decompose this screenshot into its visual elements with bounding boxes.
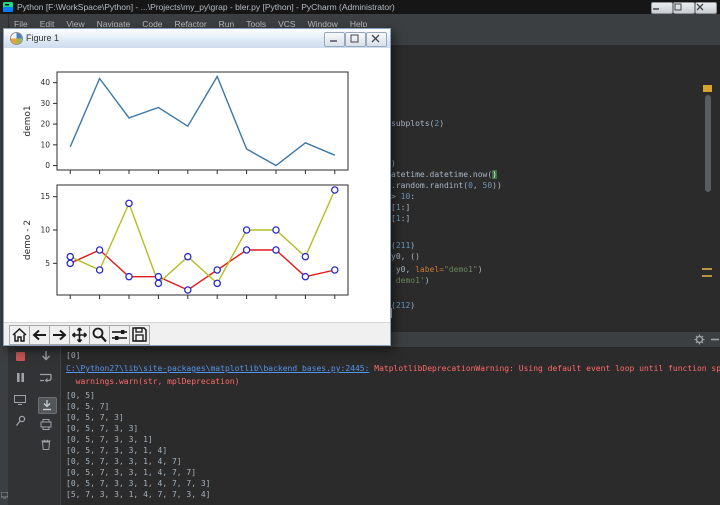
editor-code-line: > 10: — [391, 192, 416, 201]
editor-code-line: demo1') — [391, 276, 430, 285]
figure-minimize-button[interactable] — [324, 32, 345, 47]
forward-button[interactable] — [49, 325, 70, 345]
matplotlib-toolbar — [4, 322, 390, 345]
figure-maximize-button[interactable] — [345, 32, 366, 47]
figure-canvas-svg: 0 10 20 30 40 demo1 5 10 15 demo - 2 — [23, 71, 349, 299]
tool-window-toggle-icon[interactable] — [1, 492, 8, 499]
editor-code-line: .random.randint(0, 50)) — [391, 181, 502, 190]
run-panel: [0] C:\Python27\lib\site-packages\matplot… — [8, 332, 720, 505]
console-line: [0, 5, 7, 3, 3, 1, 4, 7, 7] — [66, 468, 197, 477]
home-button[interactable] — [9, 325, 30, 345]
back-button[interactable] — [29, 325, 50, 345]
editor-code-line: [1:] — [391, 203, 411, 212]
svg-text:30: 30 — [40, 99, 50, 108]
console-line: [0, 5] — [66, 391, 95, 400]
figure-window[interactable]: Figure 1 0 10 20 30 40 demo1 5 10 15 demo - 2 — [3, 28, 391, 346]
configure-subplots-button[interactable] — [109, 325, 130, 345]
pan-icon — [72, 327, 87, 343]
figure-titlebar[interactable]: Figure 1 — [4, 29, 390, 49]
console-output[interactable]: [0] C:\Python27\lib\site-packages\matplot… — [8, 332, 720, 505]
console-line: [0, 5, 7, 3, 3, 1, 4] — [66, 446, 168, 455]
editor-code-line: atetime.datetime.now() — [391, 170, 497, 179]
sliders-icon — [112, 330, 127, 340]
editor-caret — [391, 308, 392, 318]
save-floppy-icon — [132, 327, 147, 342]
editor-code-line: [1:] — [391, 214, 411, 223]
figure-window-title: Figure 1 — [26, 33, 60, 43]
console-file-link[interactable]: C:\Python27\lib\site-packages\matplotlib… — [66, 364, 369, 373]
figure-close-button[interactable] — [366, 32, 387, 47]
console-line: C:\Python27\lib\site-packages\matplotlib… — [66, 364, 720, 373]
editor-code-line: y0, () — [391, 252, 420, 261]
editor-code-line: (211) — [391, 241, 416, 250]
editor-code-line: (212) — [391, 301, 416, 310]
console-line: [0, 5, 7] — [66, 402, 110, 411]
svg-text:15: 15 — [40, 192, 50, 201]
svg-text:10: 10 — [40, 140, 50, 149]
svg-text:demo1: demo1 — [23, 105, 33, 136]
save-button[interactable] — [129, 325, 150, 345]
figure-canvas[interactable]: 0 10 20 30 40 demo1 5 10 15 demo - 2 — [4, 48, 390, 322]
forward-arrow-icon — [53, 329, 67, 341]
svg-text:10: 10 — [40, 226, 50, 235]
pan-button[interactable] — [69, 325, 90, 345]
console-line: [0, 5, 7, 3, 3, 1] — [66, 435, 153, 444]
console-line: [5, 7, 3, 3, 1, 4, 7, 7, 3, 4] — [66, 490, 211, 499]
svg-text:demo - 2: demo - 2 — [23, 220, 33, 260]
console-line: warnings.warn(str, mplDeprecation) — [66, 377, 240, 386]
console-line: [0, 5, 7, 3, 3, 1, 4, 7, 7, 3] — [66, 479, 211, 488]
error-stripe-mark[interactable] — [702, 268, 712, 270]
back-arrow-icon — [32, 329, 46, 341]
home-icon — [12, 328, 27, 342]
editor-code-line: ) — [391, 159, 396, 168]
editor-scrollbar[interactable] — [705, 95, 711, 192]
svg-text:20: 20 — [40, 120, 50, 129]
svg-text:0: 0 — [45, 161, 50, 170]
svg-text:40: 40 — [40, 78, 50, 87]
matplotlib-logo-icon — [10, 32, 23, 45]
console-line: [0, 5, 7, 3, 3, 1, 4, 7] — [66, 457, 182, 466]
console-line: [0, 5, 7, 3] — [66, 413, 124, 422]
magnifier-icon — [92, 327, 107, 343]
console-line: [0, 5, 7, 3, 3] — [66, 424, 139, 433]
editor-code-line: subplots(2) — [391, 119, 445, 128]
error-stripe-warning-marker[interactable] — [703, 85, 712, 92]
svg-text:5: 5 — [45, 259, 50, 268]
editor-code-line: y0, label="demo1") — [391, 265, 483, 274]
zoom-button[interactable] — [89, 325, 110, 345]
error-stripe-mark[interactable] — [702, 275, 712, 277]
console-line: [0] — [66, 351, 81, 360]
